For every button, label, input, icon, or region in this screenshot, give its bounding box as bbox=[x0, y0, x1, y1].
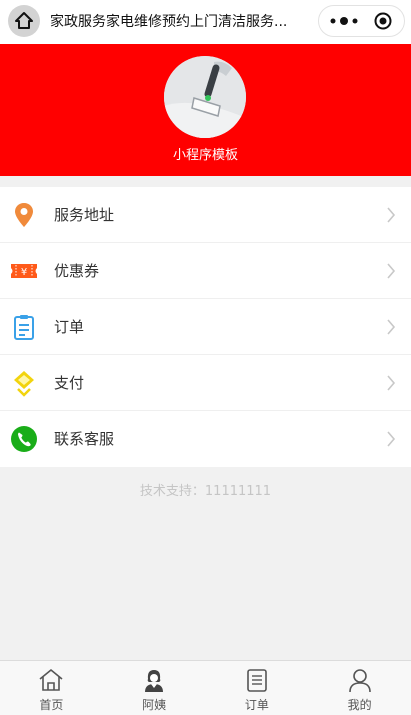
shop-name: 小程序模板 bbox=[172, 148, 238, 163]
shop-avatar bbox=[164, 56, 246, 138]
menu-item-service-address[interactable]: 服务地址 bbox=[0, 187, 411, 243]
tab-label: 订单 bbox=[244, 698, 269, 712]
menu-item-label: 优惠券 bbox=[54, 262, 100, 280]
menu-item-label: 订单 bbox=[54, 318, 85, 336]
coupon-icon: ¥ bbox=[11, 264, 37, 278]
tab-home[interactable]: 首页 bbox=[0, 661, 103, 715]
menu-item-customer-service[interactable]: 联系客服 bbox=[0, 411, 411, 467]
tab-bar: 首页 阿姨 订单 我的 bbox=[0, 660, 411, 715]
target-close-icon[interactable] bbox=[374, 12, 392, 30]
nav-bar: 家政服务家电维修预约上门清洁服务... bbox=[0, 0, 411, 44]
user-profile-icon bbox=[348, 669, 371, 693]
chevron-right-icon bbox=[387, 375, 396, 391]
tab-nanny[interactable]: 阿姨 bbox=[103, 661, 206, 715]
clipboard-icon bbox=[14, 315, 34, 340]
chevron-right-icon bbox=[387, 207, 396, 223]
payment-icon bbox=[14, 371, 34, 397]
svg-text:¥: ¥ bbox=[21, 267, 27, 278]
capsule-menu bbox=[318, 5, 405, 37]
chevron-right-icon bbox=[387, 263, 396, 279]
tab-label: 首页 bbox=[39, 698, 64, 712]
tech-support-text: 技术支持：11111111 bbox=[139, 484, 272, 499]
menu-item-coupon[interactable]: ¥ 优惠券 bbox=[0, 243, 411, 299]
chevron-right-icon bbox=[387, 431, 396, 447]
tab-label: 阿姨 bbox=[142, 698, 167, 712]
home-icon bbox=[15, 12, 33, 29]
phone-icon bbox=[11, 426, 37, 452]
order-list-icon bbox=[247, 669, 267, 692]
nanny-icon bbox=[145, 670, 164, 692]
chevron-right-icon bbox=[387, 319, 396, 335]
menu-item-label: 支付 bbox=[54, 374, 85, 392]
tab-label: 我的 bbox=[347, 698, 372, 712]
menu-item-orders[interactable]: 订单 bbox=[0, 299, 411, 355]
cleaning-photo bbox=[164, 56, 246, 138]
profile-header: 小程序模板 bbox=[0, 44, 411, 176]
menu-item-label: 服务地址 bbox=[54, 206, 115, 224]
more-dots-icon[interactable] bbox=[329, 14, 359, 28]
home-outline-icon bbox=[39, 669, 63, 691]
menu-item-payment[interactable]: 支付 bbox=[0, 355, 411, 411]
home-button[interactable] bbox=[8, 5, 40, 37]
location-pin-icon bbox=[15, 203, 33, 227]
tab-orders[interactable]: 订单 bbox=[206, 661, 309, 715]
menu-list: 服务地址 ¥ 优惠券 订单 支付 联系客服 bbox=[0, 187, 411, 467]
page-title: 家政服务家电维修预约上门清洁服务... bbox=[50, 14, 288, 30]
menu-item-label: 联系客服 bbox=[54, 430, 115, 448]
tab-mine[interactable]: 我的 bbox=[308, 661, 411, 715]
